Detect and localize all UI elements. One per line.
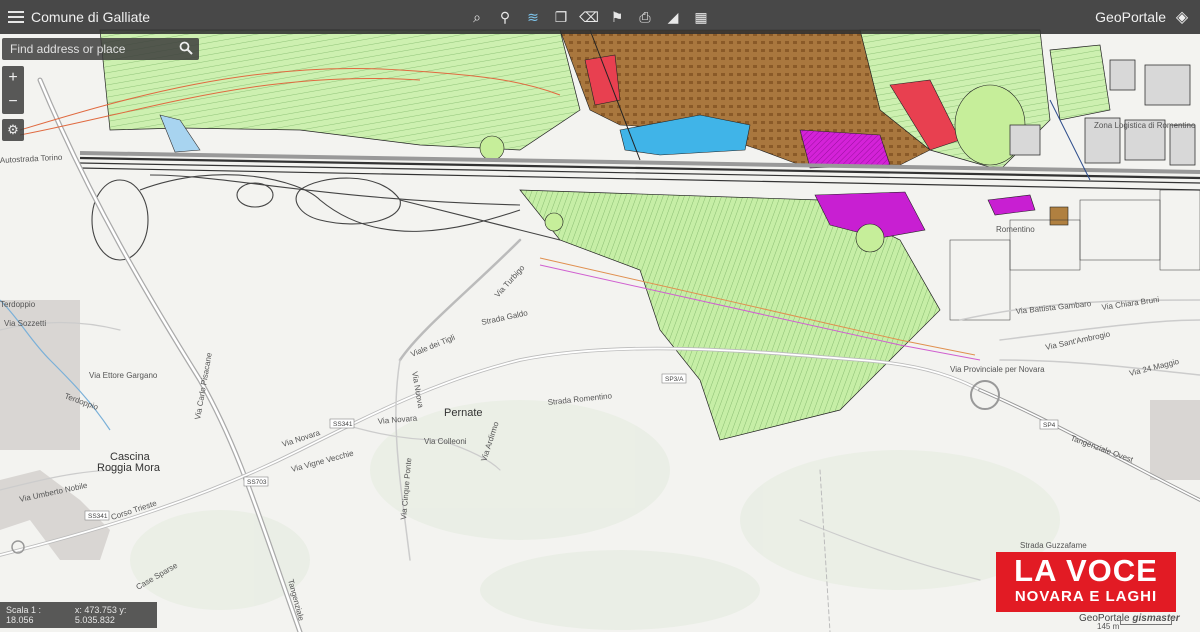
label-roggia-mora: Roggia Mora bbox=[97, 462, 161, 474]
status-bar: Scala 1 : 18.056 x: 473.753 y: 5.035.832 bbox=[0, 602, 157, 628]
label-pernate: Pernate bbox=[444, 407, 483, 419]
shield-ss703: SS703 bbox=[247, 479, 267, 486]
label-terdoppio: Terdoppio bbox=[0, 300, 36, 309]
pin-icon[interactable]: ⚑ bbox=[606, 6, 628, 28]
scale-readout: Scala 1 : 18.056 bbox=[6, 605, 42, 625]
search-icon[interactable] bbox=[179, 41, 193, 55]
shield-ss341-b: SS341 bbox=[88, 513, 108, 520]
zoom-controls: + − bbox=[2, 66, 24, 114]
zoom-out-button[interactable]: − bbox=[2, 90, 24, 114]
zoom-in-button[interactable]: + bbox=[2, 66, 24, 90]
layers-stack-icon[interactable]: ≋ bbox=[522, 6, 544, 28]
top-toolbar: Comune di Galliate ⌕ ⚲ ≋ ❐ ⌫ ⚑ ⎙ ◢ ▦ Geo… bbox=[0, 0, 1200, 34]
label-via-colleoni: Via Colleoni bbox=[424, 437, 467, 446]
app-title: Comune di Galliate bbox=[31, 9, 151, 25]
eraser-icon[interactable]: ⌫ bbox=[578, 6, 600, 28]
search-map-icon[interactable]: ⌕ bbox=[466, 6, 488, 28]
label-zona-logistica: Zona Logistica di Romentino bbox=[1094, 121, 1196, 130]
label-romentino: Romentino bbox=[996, 225, 1035, 234]
logo-line-2: NOVARA E LAGHI bbox=[1014, 588, 1158, 605]
hamburger-menu-icon[interactable] bbox=[8, 8, 24, 24]
binoculars-icon[interactable]: ⚲ bbox=[494, 6, 516, 28]
label-via-provinciale: Via Provinciale per Novara bbox=[950, 365, 1045, 374]
label-via-ettore-gargano: Via Ettore Gargano bbox=[89, 371, 158, 380]
layers-icon[interactable]: ◈ bbox=[1172, 7, 1192, 27]
coordinate-readout: x: 473.753 y: 5.035.832 bbox=[74, 605, 127, 625]
logo-line-1: LA VOCE bbox=[1014, 553, 1158, 588]
shield-ss341-a: SS341 bbox=[333, 421, 353, 428]
copy-icon[interactable]: ❐ bbox=[550, 6, 572, 28]
map-canvas[interactable]: Pernate Cascina Roggia Mora Romentino Au… bbox=[0, 0, 1200, 632]
shield-sp3a: SP3/A bbox=[665, 376, 684, 383]
measure-icon[interactable]: ◢ bbox=[662, 6, 684, 28]
brand-label: GeoPortale bbox=[1095, 9, 1166, 25]
label-strada-guzzafame: Strada Guzzafame bbox=[1020, 541, 1087, 550]
scale-bar bbox=[1120, 618, 1172, 625]
scale-length: 145 m bbox=[1097, 622, 1120, 631]
label-via-sozzetti: Via Sozzetti bbox=[4, 319, 46, 328]
grid-icon[interactable]: ▦ bbox=[690, 6, 712, 28]
search-input[interactable] bbox=[2, 38, 172, 60]
settings-gear-icon[interactable]: ⚙ bbox=[2, 119, 24, 141]
print-icon[interactable]: ⎙ bbox=[634, 6, 656, 28]
shield-sp4: SP4 bbox=[1043, 422, 1056, 429]
la-voce-logo: LA VOCE NOVARA E LAGHI bbox=[996, 552, 1176, 612]
tool-group: ⌕ ⚲ ≋ ❐ ⌫ ⚑ ⎙ ◢ ▦ bbox=[466, 6, 712, 28]
address-search bbox=[2, 38, 199, 60]
